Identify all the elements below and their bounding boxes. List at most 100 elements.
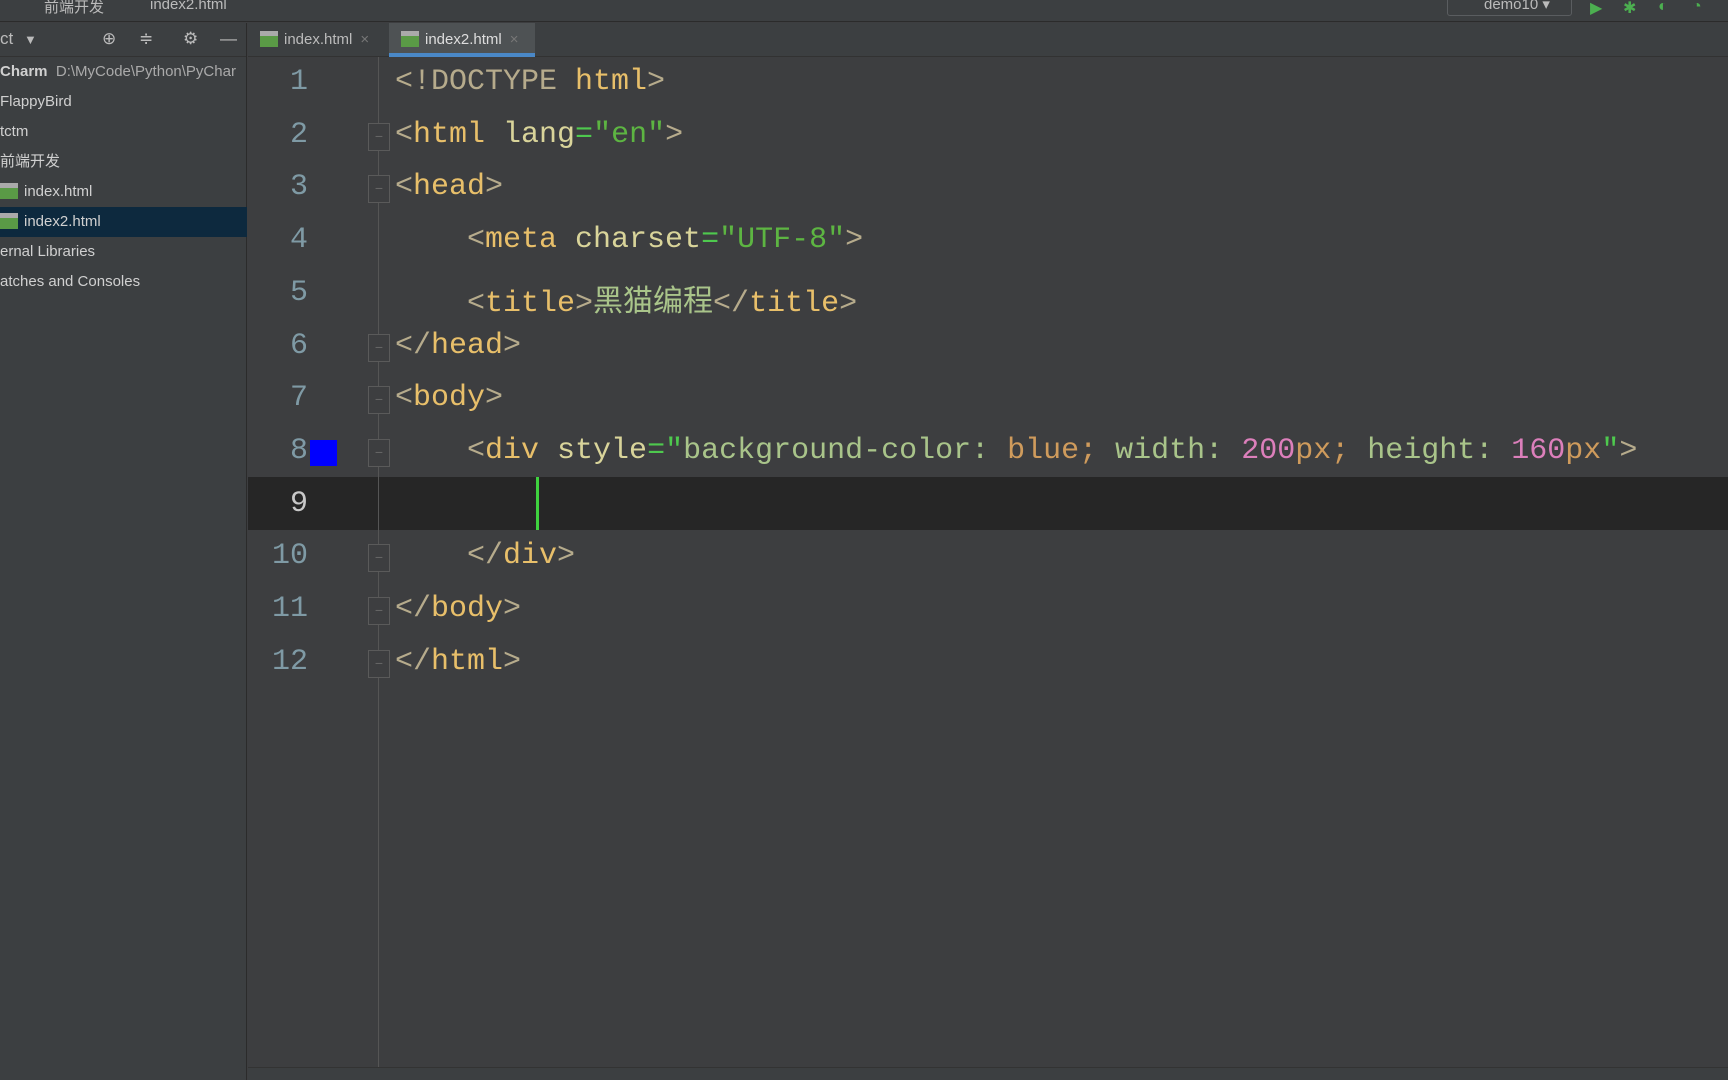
fold-marker-icon[interactable]: −: [368, 175, 390, 204]
gear-icon[interactable]: ⚙: [183, 29, 198, 49]
code-editor[interactable]: 1 <!DOCTYPE html> 2− <html lang="en"> 3− <hea…: [248, 57, 1728, 1078]
run-config-select[interactable]: demo10 ▾: [1447, 0, 1572, 16]
code-token: =: [701, 223, 720, 258]
tree-item-index-html[interactable]: index.html: [0, 177, 247, 207]
minimize-icon[interactable]: —: [220, 29, 237, 49]
code-token: 黑猫编程: [593, 286, 714, 321]
tab-index-html[interactable]: index.html ×: [248, 23, 388, 57]
line-number: 10: [271, 539, 308, 574]
coverage-icon[interactable]: ◐: [1658, 0, 1676, 15]
tree-item-external-libraries[interactable]: ernal Libraries: [0, 237, 247, 267]
code-token: lang: [485, 117, 576, 152]
code-token: height:: [1367, 433, 1512, 468]
breadcrumb-folder[interactable]: 前端开发: [44, 0, 104, 17]
line-number: 9: [289, 486, 308, 521]
line-number: 6: [289, 328, 308, 363]
text-caret: [536, 477, 539, 530]
code-token: 160: [1511, 433, 1566, 468]
line-number: 4: [289, 223, 308, 258]
code-token: head: [413, 170, 486, 205]
fold-marker-icon[interactable]: −: [368, 333, 390, 362]
project-name: Charm: [0, 63, 48, 80]
color-swatch-blue[interactable]: [310, 440, 337, 466]
html-file-icon: [401, 31, 419, 47]
tree-label: 前端开发: [0, 153, 61, 170]
collapse-icon[interactable]: ≑: [139, 29, 153, 49]
code-token: title: [485, 286, 576, 321]
code-token: px: [1565, 433, 1602, 468]
code-token: >: [575, 286, 594, 321]
fold-marker-icon[interactable]: −: [368, 544, 390, 573]
tree-label: index2.html: [24, 213, 101, 230]
code-token: >: [1619, 433, 1638, 468]
fold-marker-icon[interactable]: −: [368, 649, 390, 678]
code-token: >: [557, 539, 576, 574]
debug-icon[interactable]: ✱: [1623, 0, 1641, 17]
fold-marker-icon[interactable]: −: [368, 386, 390, 415]
code-token: </: [395, 644, 432, 679]
code-token: >: [503, 592, 522, 626]
line-number: 1: [289, 65, 308, 99]
fold-marker-icon[interactable]: −: [368, 122, 390, 151]
code-token: html: [431, 644, 504, 679]
code-token: </: [395, 539, 504, 574]
tab-label: index.html: [284, 31, 353, 48]
tree-label: index.html: [24, 183, 93, 200]
code-token: </: [713, 286, 750, 321]
code-token: <: [395, 433, 486, 468]
line-number: 8: [289, 433, 308, 468]
code-token: body: [431, 592, 504, 626]
code-token: charset: [557, 223, 702, 258]
project-view-select[interactable]: ct: [0, 29, 13, 49]
tree-item-scratches[interactable]: atches and Consoles: [0, 267, 247, 297]
code-token: >: [503, 328, 522, 363]
tree-item-tctm[interactable]: tctm: [0, 117, 247, 147]
code-token: 200: [1241, 433, 1296, 468]
tree-item-index2-html[interactable]: index2.html: [0, 207, 247, 237]
code-line: <html lang="en">: [395, 118, 683, 152]
code-token: <: [395, 223, 486, 258]
line-number: 11: [271, 592, 308, 626]
view-dropdown-icon[interactable]: ▼: [24, 32, 37, 47]
code-line: </head>: [395, 329, 521, 363]
html-file-icon: [0, 213, 18, 229]
run-icon[interactable]: ▶: [1590, 0, 1608, 17]
code-token: "en": [593, 117, 666, 152]
code-token: =": [647, 433, 684, 468]
code-token: >: [485, 381, 504, 416]
code-line: </html>: [395, 645, 521, 679]
tree-item-project-root[interactable]: Charm D:\MyCode\Python\PyChar: [0, 57, 247, 87]
code-token: html: [575, 65, 648, 99]
fold-marker-icon[interactable]: −: [368, 438, 390, 467]
tree-label: tctm: [0, 123, 29, 140]
editor-tabs: index.html × index2.html ×: [248, 23, 1728, 57]
code-token: <: [395, 117, 414, 152]
code-token: px: [1295, 433, 1332, 468]
profile-icon[interactable]: ◔: [1692, 0, 1710, 15]
tree-item-frontend[interactable]: 前端开发: [0, 147, 247, 177]
close-icon[interactable]: ×: [510, 31, 519, 48]
breadcrumb-file[interactable]: index2.html: [150, 0, 227, 13]
code-token: div: [503, 539, 558, 574]
html-file-icon: [0, 183, 18, 199]
code-token: head: [431, 328, 504, 363]
project-panel-header: ct ▼ ⊕ ≑ ⚙ —: [0, 23, 246, 57]
close-icon[interactable]: ×: [360, 31, 369, 48]
code-line: <meta charset="UTF-8">: [395, 223, 863, 257]
line-number: 3: [289, 170, 308, 205]
code-token: </: [395, 328, 432, 363]
code-token: >: [503, 644, 522, 679]
code-line: <!DOCTYPE html>: [395, 65, 665, 99]
code-token: ": [1601, 433, 1620, 468]
code-token: "UTF-8": [719, 223, 846, 258]
fold-marker-icon[interactable]: −: [368, 597, 390, 625]
tree-item-flappybird[interactable]: FlappyBird: [0, 87, 247, 117]
code-token: div: [485, 433, 540, 468]
tab-index2-html[interactable]: index2.html ×: [389, 23, 535, 57]
locate-icon[interactable]: ⊕: [102, 29, 116, 49]
code-token: <: [395, 170, 414, 205]
code-token: ;: [1331, 433, 1368, 468]
code-token: width:: [1115, 433, 1242, 468]
code-token: >: [665, 117, 684, 152]
code-token: >: [485, 170, 504, 205]
